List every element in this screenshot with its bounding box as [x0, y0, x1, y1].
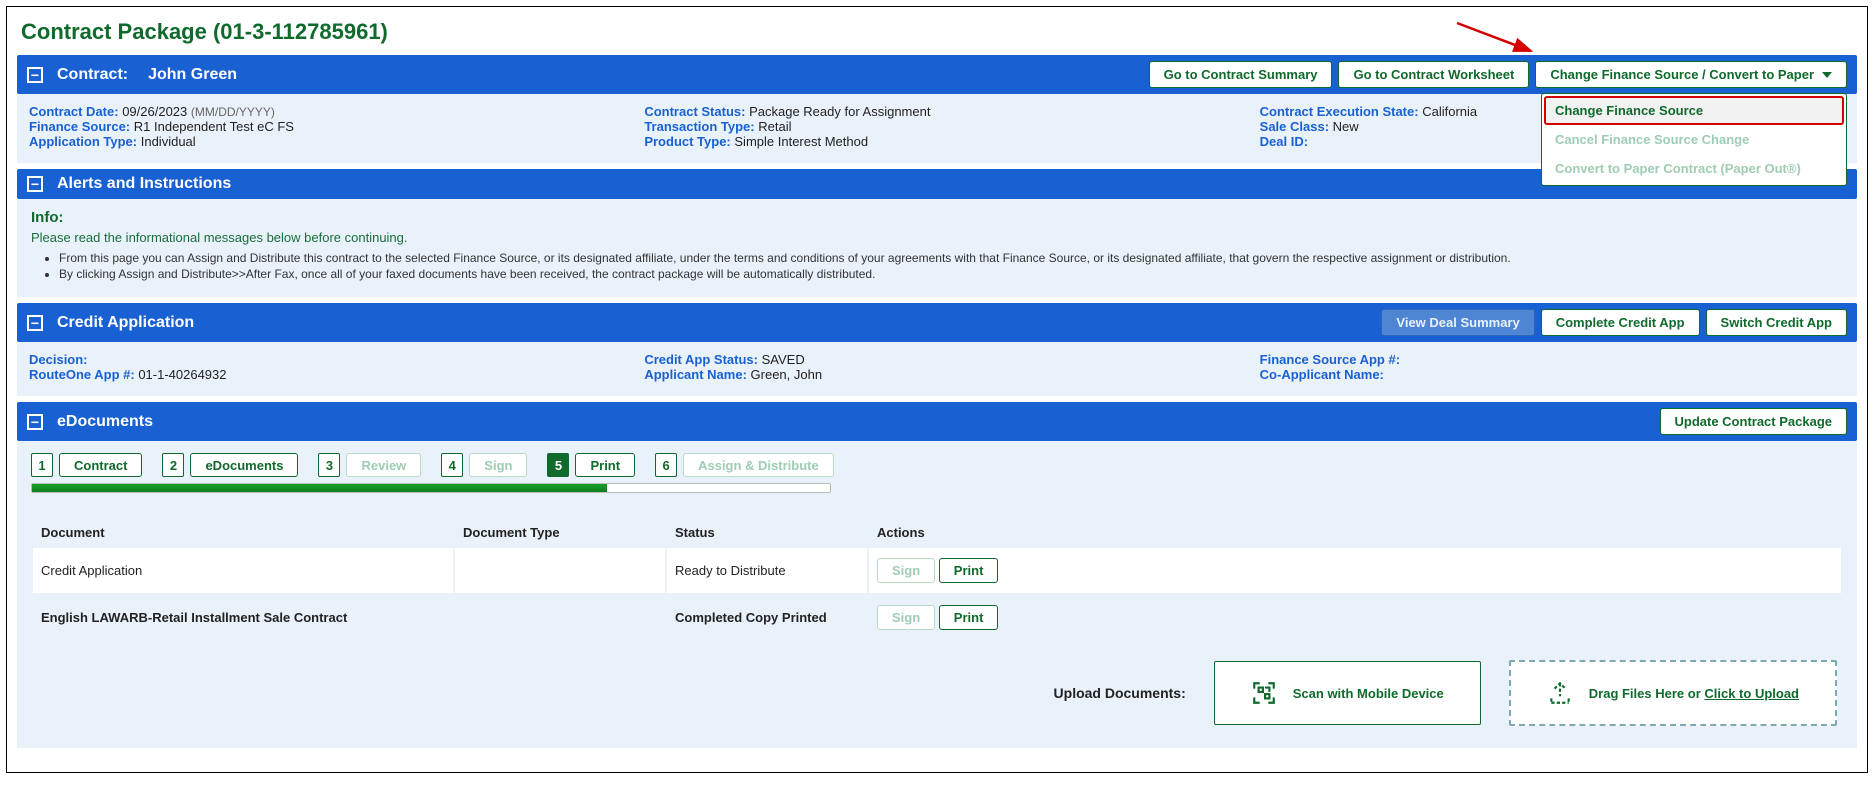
doc-status: Completed Copy Printed: [667, 595, 867, 640]
step-assign-distribute[interactable]: 6Assign & Distribute: [655, 453, 834, 477]
application-type-field: Application Type: Individual: [29, 134, 614, 149]
step-contract[interactable]: 1Contract: [31, 453, 142, 477]
chevron-down-icon: [1822, 72, 1832, 78]
dropdown-button-label: Change Finance Source / Convert to Paper: [1550, 67, 1814, 82]
col-document-type: Document Type: [455, 519, 665, 546]
collapse-icon[interactable]: −: [27, 67, 43, 83]
collapse-icon[interactable]: −: [27, 315, 43, 331]
scan-with-mobile-button[interactable]: Scan with Mobile Device: [1214, 661, 1481, 725]
drag-upload-area[interactable]: Drag Files Here or Click to Upload: [1509, 660, 1837, 726]
step-edocuments[interactable]: 2eDocuments: [162, 453, 298, 477]
product-type-field: Product Type: Simple Interest Method: [644, 134, 1229, 149]
doc-name: English LAWARB-Retail Installment Sale C…: [33, 595, 453, 640]
co-applicant-name-field: Co-Applicant Name:: [1260, 367, 1845, 382]
sign-button[interactable]: Sign: [877, 558, 935, 583]
annotation-arrow: [1453, 19, 1543, 59]
doc-status: Ready to Distribute: [667, 548, 867, 593]
contract-title-label: Contract:: [57, 66, 128, 84]
decision-field: Decision:: [29, 352, 614, 367]
switch-credit-app-button[interactable]: Switch Credit App: [1706, 309, 1847, 336]
go-to-contract-summary-button[interactable]: Go to Contract Summary: [1149, 61, 1333, 88]
alerts-title: Alerts and Instructions: [57, 175, 231, 193]
progress-bar: [31, 483, 831, 493]
update-contract-package-button[interactable]: Update Contract Package: [1660, 408, 1848, 435]
dropdown-cancel-finance-change[interactable]: Cancel Finance Source Change: [1545, 126, 1843, 153]
contract-section-header: − Contract: John Green Go to Contract Su…: [17, 55, 1857, 94]
change-finance-source-dropdown-button[interactable]: Change Finance Source / Convert to Paper: [1535, 61, 1847, 88]
doc-type: [455, 548, 665, 593]
col-document: Document: [33, 519, 453, 546]
info-bullet: From this page you can Assign and Distri…: [59, 251, 1843, 265]
step-review[interactable]: 3Review: [318, 453, 421, 477]
credit-app-section-header: − Credit Application View Deal Summary C…: [17, 303, 1857, 342]
drag-label: Drag Files Here or Click to Upload: [1589, 686, 1799, 701]
upload-icon: [1547, 680, 1573, 706]
contract-date-field: Contract Date: 09/26/2023 (MM/DD/YYYY): [29, 104, 614, 119]
info-bullet: By clicking Assign and Distribute>>After…: [59, 267, 1843, 281]
applicant-name-field: Applicant Name: Green, John: [644, 367, 1229, 382]
col-status: Status: [667, 519, 867, 546]
step-sign[interactable]: 4Sign: [441, 453, 527, 477]
transaction-type-field: Transaction Type: Retail: [644, 119, 1229, 134]
print-button[interactable]: Print: [939, 605, 999, 630]
edocuments-section-header: − eDocuments Update Contract Package: [17, 402, 1857, 441]
table-row: English LAWARB-Retail Installment Sale C…: [33, 595, 1841, 640]
contract-status-field: Contract Status: Package Ready for Assig…: [644, 104, 1229, 119]
go-to-contract-worksheet-button[interactable]: Go to Contract Worksheet: [1338, 61, 1529, 88]
page-title: Contract Package (01-3-112785961): [17, 15, 1857, 55]
print-button[interactable]: Print: [939, 558, 999, 583]
info-message: Please read the informational messages b…: [31, 230, 1843, 245]
dropdown-change-finance-source[interactable]: Change Finance Source: [1545, 97, 1843, 124]
step-print[interactable]: 5Print: [547, 453, 635, 477]
info-title: Info:: [31, 209, 1843, 226]
doc-type: [455, 595, 665, 640]
credit-app-status-field: Credit App Status: SAVED: [644, 352, 1229, 367]
credit-app-title: Credit Application: [57, 314, 194, 332]
contract-name: John Green: [148, 66, 237, 84]
collapse-icon[interactable]: −: [27, 414, 43, 430]
edocuments-title: eDocuments: [57, 413, 153, 431]
scan-label: Scan with Mobile Device: [1293, 686, 1444, 701]
finance-source-field: Finance Source: R1 Independent Test eC F…: [29, 119, 614, 134]
click-to-upload-link[interactable]: Click to Upload: [1704, 686, 1799, 701]
sign-button[interactable]: Sign: [877, 605, 935, 630]
dropdown-convert-to-paper[interactable]: Convert to Paper Contract (Paper Out®): [1545, 155, 1843, 182]
view-deal-summary-button[interactable]: View Deal Summary: [1381, 309, 1534, 336]
routeone-app-field: RouteOne App #: 01-1-40264932: [29, 367, 614, 382]
change-finance-dropdown: Change Finance Source Cancel Finance Sou…: [1541, 93, 1847, 186]
collapse-icon[interactable]: −: [27, 176, 43, 192]
table-row: Credit Application Ready to Distribute S…: [33, 548, 1841, 593]
col-actions: Actions: [869, 519, 1841, 546]
finance-source-app-field: Finance Source App #:: [1260, 352, 1845, 367]
complete-credit-app-button[interactable]: Complete Credit App: [1541, 309, 1700, 336]
qr-scan-icon: [1251, 680, 1277, 706]
doc-name: Credit Application: [33, 548, 453, 593]
upload-documents-label: Upload Documents:: [1054, 685, 1186, 701]
